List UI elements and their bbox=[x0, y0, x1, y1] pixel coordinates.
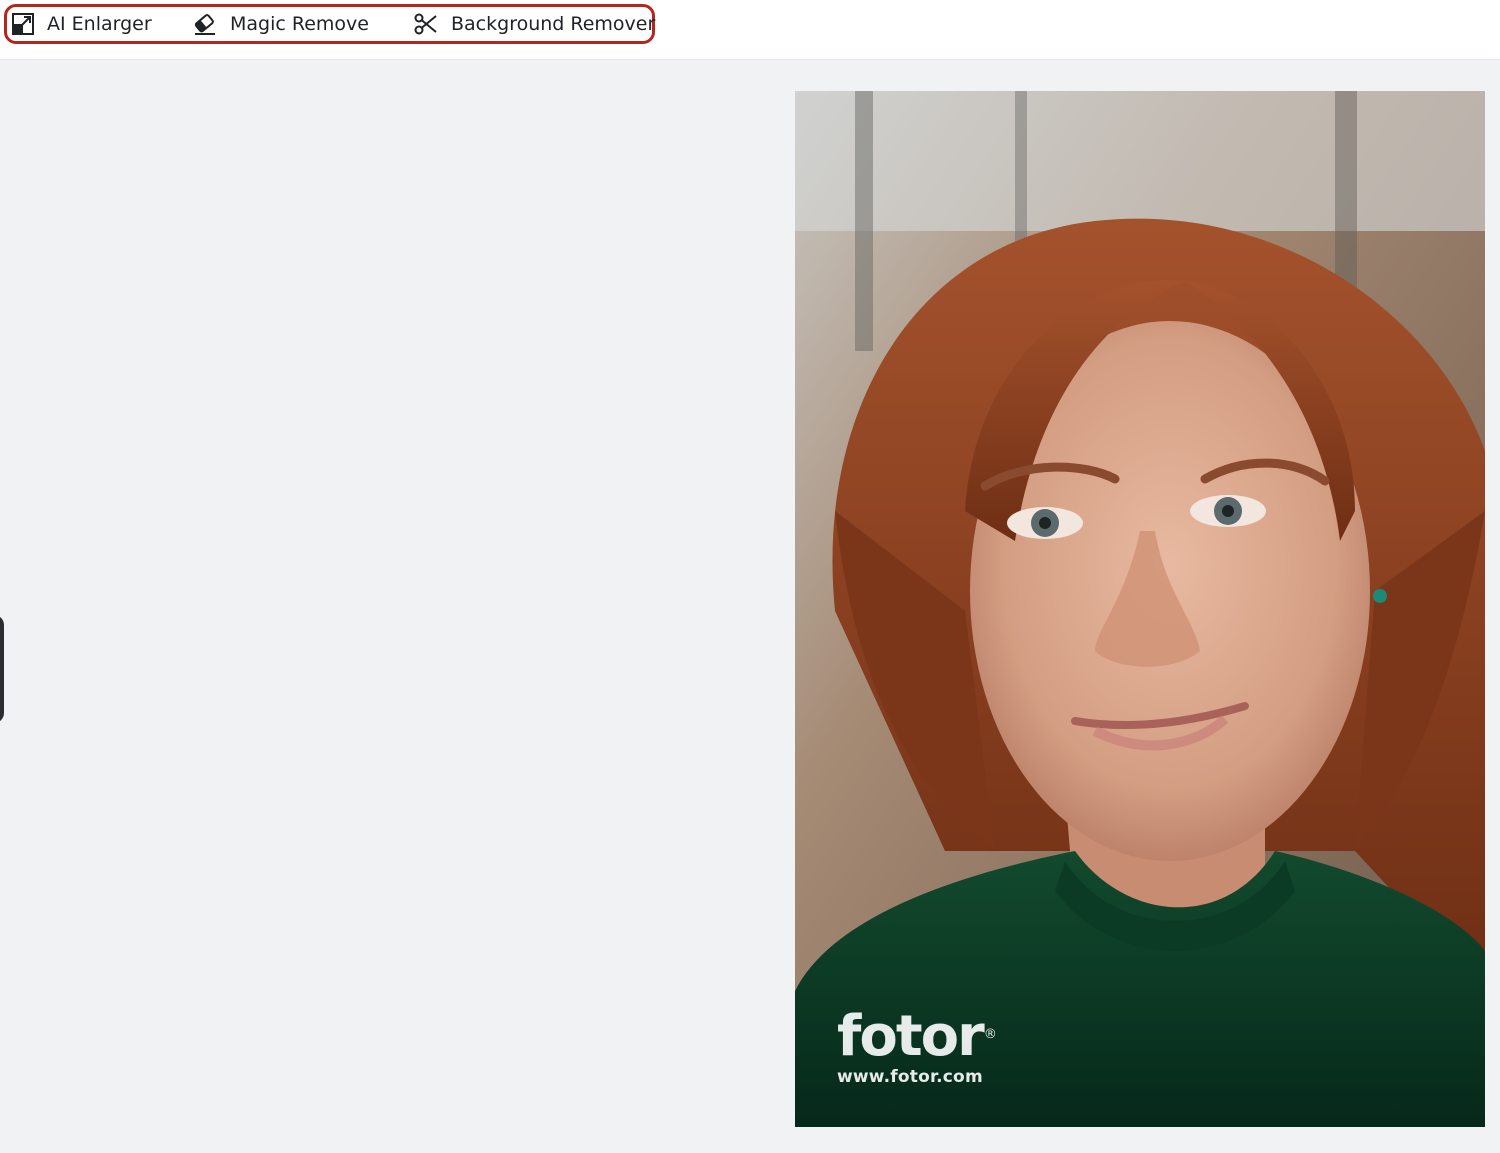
ai-enlarger-button[interactable]: AI Enlarger bbox=[11, 7, 152, 41]
fotor-logo: fotor ® bbox=[837, 1004, 997, 1069]
side-panel-handle[interactable] bbox=[0, 615, 4, 723]
magic-remove-button[interactable]: Magic Remove bbox=[192, 7, 369, 41]
fotor-url: www.fotor.com bbox=[837, 1067, 983, 1087]
scissors-icon bbox=[413, 12, 439, 36]
background-remover-button[interactable]: Background Remover bbox=[413, 7, 655, 41]
eraser-icon bbox=[192, 12, 218, 36]
top-toolbar: AI Enlarger Magic Remove Background Remo… bbox=[0, 0, 1500, 60]
highlighted-tool-group: AI Enlarger Magic Remove Background Remo… bbox=[4, 4, 655, 44]
background-remover-label: Background Remover bbox=[451, 13, 656, 35]
fotor-watermark: fotor ® www.fotor.com bbox=[837, 1004, 997, 1088]
portrait-photo: fotor ® www.fotor.com bbox=[795, 91, 1485, 1127]
enlarge-icon bbox=[11, 12, 35, 36]
photo-illustration bbox=[795, 91, 1485, 1127]
magic-remove-label: Magic Remove bbox=[230, 13, 369, 35]
ai-enlarger-label: AI Enlarger bbox=[47, 13, 152, 35]
